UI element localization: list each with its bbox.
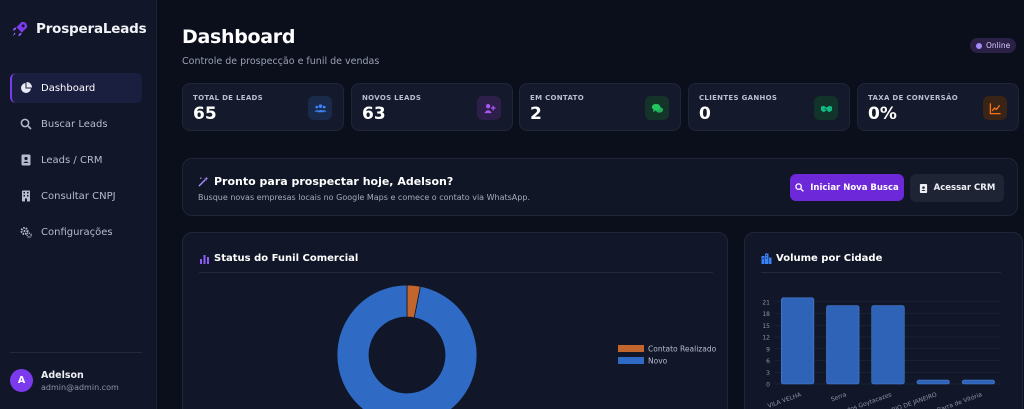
legend-swatch [618, 345, 644, 352]
stat-value: 2 [530, 104, 542, 124]
bar[interactable] [826, 305, 860, 385]
search-icon [795, 183, 805, 192]
stat-card-clientes-ganhos: CLIENTES GANHOS 0 [688, 83, 850, 131]
stat-label: EM CONTATO [530, 94, 584, 102]
address-book-icon [919, 183, 927, 193]
stat-label: TAXA DE CONVERSÃO [868, 94, 958, 102]
stat-card-novos-leads: NOVOS LEADS 63 [351, 83, 513, 131]
sidebar-item-label: Dashboard [41, 82, 96, 94]
bar[interactable] [916, 379, 950, 385]
pie-chart: Contato Realizado Novo [336, 284, 717, 409]
bar[interactable] [781, 297, 815, 385]
city-volume-card: Volume por Cidade 0 3 6 9 12 15 18 21 VILA VELHA… [744, 232, 1023, 409]
button-label: Acessar CRM [933, 183, 996, 193]
rocket-icon [12, 21, 28, 37]
stat-card-em-contato: EM CONTATO 2 [519, 83, 681, 131]
sidebar-nav: Dashboard Buscar Leads Leads / CRM Consu… [10, 73, 142, 253]
sidebar-item-label: Configurações [41, 226, 113, 238]
y-tick-label: 9 [766, 346, 770, 353]
welcome-title: Pronto para prospectar hoje, Adelson? [198, 175, 453, 188]
sidebar-item-buscar-leads[interactable]: Buscar Leads [10, 109, 142, 139]
status-dot [976, 42, 982, 49]
x-tick-label: Serra [830, 391, 848, 403]
stat-label: CLIENTES GANHOS [699, 94, 778, 102]
welcome-banner: Pronto para prospectar hoje, Adelson? Bu… [182, 158, 1018, 216]
sidebar-item-leads-crm[interactable]: Leads / CRM [10, 145, 142, 175]
button-label: Iniciar Nova Busca [810, 182, 899, 193]
gears-icon [20, 227, 32, 238]
address-book-icon [21, 154, 31, 166]
chart-line-icon [983, 96, 1007, 120]
bar[interactable] [961, 379, 995, 385]
stat-value: 65 [193, 104, 217, 124]
sidebar-item-label: Buscar Leads [41, 118, 108, 130]
avatar: A [10, 369, 33, 392]
sidebar-item-label: Consultar CNPJ [41, 190, 116, 202]
status-label: Online [986, 41, 1011, 50]
bar[interactable] [871, 305, 905, 385]
user-email: admin@admin.com [41, 382, 119, 392]
funnel-card: Status do Funil Comercial Contato Realiz… [182, 232, 728, 409]
welcome-title-text: Pronto para prospectar hoje, Adelson? [214, 175, 454, 188]
user-info: Adelson admin@admin.com [41, 370, 119, 392]
user-profile[interactable]: A Adelson admin@admin.com [10, 369, 119, 392]
stat-card-total-leads: TOTAL DE LEADS 65 [182, 83, 344, 131]
pie-slice[interactable] [336, 284, 478, 409]
stat-label: TOTAL DE LEADS [193, 94, 264, 102]
user-name: Adelson [41, 369, 84, 381]
access-crm-button[interactable]: Acessar CRM [910, 174, 1004, 202]
new-search-button[interactable]: Iniciar Nova Busca [790, 174, 904, 201]
legend-label: Novo [648, 357, 668, 366]
y-tick-label: 18 [762, 311, 770, 318]
sidebar-item-dashboard[interactable]: Dashboard [10, 73, 142, 103]
y-tick-label: 21 [762, 299, 770, 306]
x-tick-label: RIO DE JANEIRO [891, 391, 938, 409]
sidebar-item-configuracoes[interactable]: Configurações [10, 217, 142, 247]
users-icon [308, 96, 332, 120]
y-tick-label: 6 [766, 358, 770, 365]
stat-card-taxa-conversao: TAXA DE CONVERSÃO 0% [857, 83, 1019, 131]
y-tick-label: 15 [762, 323, 770, 330]
y-tick-label: 0 [766, 382, 770, 389]
brand-name: ProsperaLeads [36, 21, 147, 37]
sidebar-item-label: Leads / CRM [41, 154, 103, 166]
bar-chart: 036912151821VILA VELHA SerraCampos dos Go… [762, 297, 1001, 409]
handshake-icon [814, 96, 838, 120]
comments-icon [645, 96, 669, 120]
divider [10, 352, 142, 353]
main-content: Dashboard Controle de prospecção e funil… [157, 0, 1024, 409]
status-badge: Online [970, 38, 1017, 53]
pie-chart-icon [21, 82, 32, 93]
building-icon [22, 190, 30, 202]
stat-value: 63 [362, 104, 386, 124]
stat-value: 0% [868, 104, 897, 124]
page-subtitle: Controle de prospecção e funil de vendas [182, 56, 380, 67]
stat-label: NOVOS LEADS [362, 94, 422, 102]
sidebar-item-consultar-cnpj[interactable]: Consultar CNPJ [10, 181, 142, 211]
user-plus-icon [477, 96, 501, 120]
search-icon [20, 118, 32, 130]
legend-label: Contato Realizado [648, 345, 717, 354]
x-tick-label: VILA VELHA [767, 391, 803, 409]
brand[interactable]: ProsperaLeads [11, 20, 147, 38]
stat-value: 0 [699, 104, 711, 124]
sidebar: ProsperaLeads Dashboard Buscar Leads Lea… [0, 0, 157, 409]
magic-wand-icon [198, 176, 209, 187]
legend-swatch [618, 357, 644, 364]
y-tick-label: 12 [762, 335, 770, 342]
y-tick-label: 3 [766, 370, 770, 377]
welcome-subtitle: Busque novas empresas locais no Google M… [198, 193, 530, 202]
page-title: Dashboard [182, 26, 296, 48]
